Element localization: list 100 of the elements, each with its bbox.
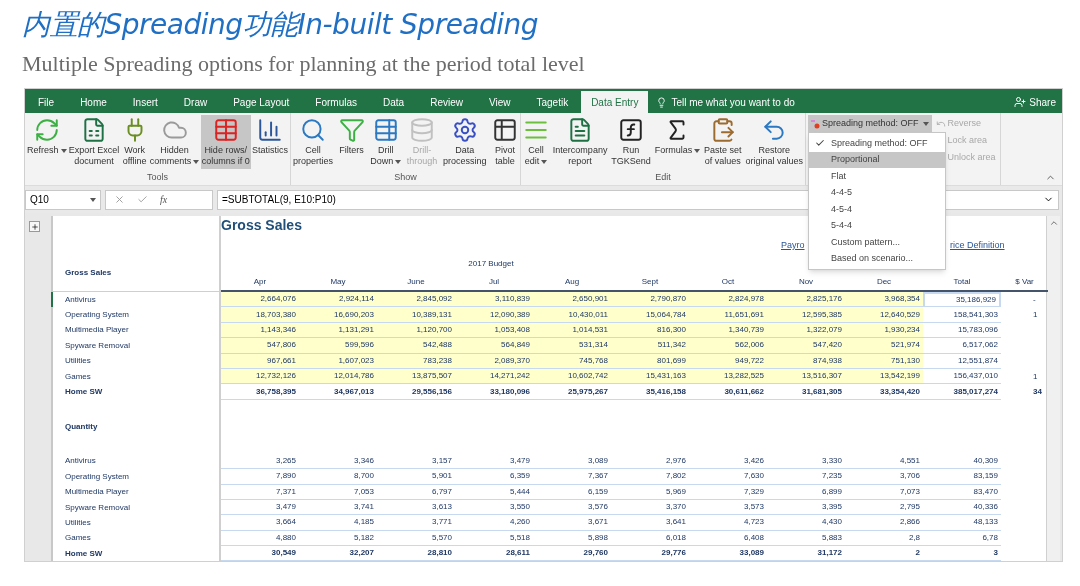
- table-cell[interactable]: 4,880: [221, 530, 299, 547]
- table-cell[interactable]: 2,8: [845, 530, 923, 547]
- table-cell[interactable]: 2,664,076: [221, 292, 299, 308]
- table-cell[interactable]: 3,550: [455, 499, 533, 516]
- table-cell[interactable]: 31,681,305: [767, 384, 845, 400]
- table-cell[interactable]: 7,630: [689, 469, 767, 485]
- table-cell[interactable]: 35,186,929: [923, 292, 1001, 308]
- table-cell[interactable]: 3,671: [533, 515, 611, 531]
- table-cell[interactable]: 6,517,062: [923, 338, 1001, 354]
- table-cell[interactable]: 5,518: [455, 530, 533, 547]
- table-cell[interactable]: 31,172: [767, 546, 845, 562]
- ribbon-button[interactable]: Cell properties: [292, 115, 335, 169]
- table-cell[interactable]: 33,089: [689, 546, 767, 562]
- table-cell[interactable]: 5,570: [377, 530, 455, 547]
- table-cell[interactable]: 4,430: [767, 515, 845, 531]
- ribbon-button[interactable]: Paste set of values: [703, 115, 743, 169]
- table-cell[interactable]: 36,758,395: [221, 384, 299, 400]
- table-cell[interactable]: 2,790,870: [611, 292, 689, 308]
- table-cell[interactable]: 6,018: [611, 530, 689, 547]
- table-cell[interactable]: 3,370: [611, 499, 689, 516]
- ribbon-tab[interactable]: Page Layout: [220, 91, 303, 113]
- table-cell[interactable]: 5,901: [377, 469, 455, 485]
- table-cell[interactable]: 531,314: [533, 338, 611, 354]
- table-cell[interactable]: 4,185: [299, 515, 377, 531]
- table-cell[interactable]: 2,845,092: [377, 292, 455, 308]
- table-cell[interactable]: 7,890: [221, 469, 299, 485]
- ribbon-tab[interactable]: Draw: [170, 91, 221, 113]
- table-cell[interactable]: 3,330: [767, 453, 845, 470]
- table-cell[interactable]: 2,795: [845, 499, 923, 516]
- table-cell[interactable]: 3,613: [377, 499, 455, 516]
- table-cell[interactable]: 6,797: [377, 484, 455, 500]
- table-cell[interactable]: 5,883: [767, 530, 845, 547]
- ribbon-tab[interactable]: Home: [67, 91, 120, 113]
- scroll-up-icon[interactable]: [1048, 218, 1059, 228]
- insert-function-button[interactable]: fx: [160, 192, 168, 207]
- table-cell[interactable]: 28,611: [455, 546, 533, 562]
- table-cell[interactable]: 5,969: [611, 484, 689, 500]
- table-cell[interactable]: 2: [845, 546, 923, 562]
- table-cell[interactable]: 158,541,303: [923, 307, 1001, 323]
- table-cell[interactable]: 32,207: [299, 546, 377, 562]
- table-cell[interactable]: 7,371: [221, 484, 299, 500]
- table-cell[interactable]: 6,899: [767, 484, 845, 500]
- table-cell[interactable]: 11,651,691: [689, 307, 767, 323]
- ribbon-button[interactable]: Pivot table: [491, 115, 519, 169]
- table-cell[interactable]: 10,389,131: [377, 307, 455, 323]
- table-cell[interactable]: 5,182: [299, 530, 377, 547]
- tell-me-field[interactable]: Tell me what you want to do: [671, 94, 795, 110]
- table-cell[interactable]: 547,420: [767, 338, 845, 354]
- table-cell[interactable]: 25,975,267: [533, 384, 611, 400]
- table-cell[interactable]: 1: [1001, 307, 1048, 323]
- table-cell[interactable]: 7,073: [845, 484, 923, 500]
- table-cell[interactable]: 12,551,874: [923, 353, 1001, 369]
- table-cell[interactable]: 30,611,662: [689, 384, 767, 400]
- table-cell[interactable]: 2,924,114: [299, 292, 377, 308]
- table-cell[interactable]: 5,898: [533, 530, 611, 547]
- ribbon-tab[interactable]: Data Entry: [581, 91, 649, 113]
- ribbon-tab[interactable]: Tagetik: [523, 91, 582, 113]
- ribbon-button[interactable]: Refresh: [26, 115, 68, 169]
- table-cell[interactable]: 562,006: [689, 338, 767, 354]
- table-cell[interactable]: 12,595,385: [767, 307, 845, 323]
- ribbon-button[interactable]: Intercompany report: [551, 115, 609, 169]
- table-cell[interactable]: 33,354,420: [845, 384, 923, 400]
- ribbon-button[interactable]: Work offline: [120, 115, 149, 169]
- ribbon-button[interactable]: Formulas: [653, 115, 702, 169]
- table-cell[interactable]: 599,596: [299, 338, 377, 354]
- table-cell[interactable]: 2,825,176: [767, 292, 845, 308]
- table-cell[interactable]: 3,395: [767, 499, 845, 516]
- menu-item[interactable]: Based on scenario...: [809, 250, 945, 267]
- table-cell[interactable]: 564,849: [455, 338, 533, 354]
- ribbon-button[interactable]: Cell edit: [522, 115, 550, 169]
- table-cell[interactable]: 40,336: [923, 499, 1001, 516]
- table-cell[interactable]: 542,488: [377, 338, 455, 354]
- table-cell[interactable]: 15,783,096: [923, 322, 1001, 339]
- menu-item[interactable]: Flat: [809, 168, 945, 185]
- table-cell[interactable]: 12,640,529: [845, 307, 923, 323]
- table-cell[interactable]: 1: [1001, 368, 1048, 385]
- share-button[interactable]: Share: [1014, 91, 1062, 113]
- table-cell[interactable]: 10,430,011: [533, 307, 611, 323]
- table-cell[interactable]: 34,967,013: [299, 384, 377, 400]
- table-cell[interactable]: 83,470: [923, 484, 1001, 500]
- table-cell[interactable]: 3,346: [299, 453, 377, 470]
- ribbon-button[interactable]: Run TGKSend: [610, 115, 652, 169]
- ribbon-button[interactable]: Data processing: [441, 115, 488, 169]
- table-cell[interactable]: 40,309: [923, 453, 1001, 470]
- table-cell[interactable]: 6,159: [533, 484, 611, 500]
- table-cell[interactable]: 3,741: [299, 499, 377, 516]
- table-cell[interactable]: 34: [1001, 384, 1048, 400]
- table-cell[interactable]: 4,723: [689, 515, 767, 531]
- table-cell[interactable]: 3,641: [611, 515, 689, 531]
- ribbon-button[interactable]: Restore original values: [744, 115, 804, 169]
- table-cell[interactable]: 18,703,380: [221, 307, 299, 323]
- table-cell[interactable]: 8,700: [299, 469, 377, 485]
- menu-item[interactable]: Custom pattern...: [809, 234, 945, 251]
- table-cell[interactable]: 3,576: [533, 499, 611, 516]
- table-cell[interactable]: 4,260: [455, 515, 533, 531]
- table-cell[interactable]: 511,342: [611, 338, 689, 354]
- cancel-icon[interactable]: [114, 194, 125, 205]
- ribbon-tab[interactable]: Formulas: [302, 91, 371, 113]
- table-cell[interactable]: 3,426: [689, 453, 767, 470]
- menu-item[interactable]: 5-4-4: [809, 217, 945, 234]
